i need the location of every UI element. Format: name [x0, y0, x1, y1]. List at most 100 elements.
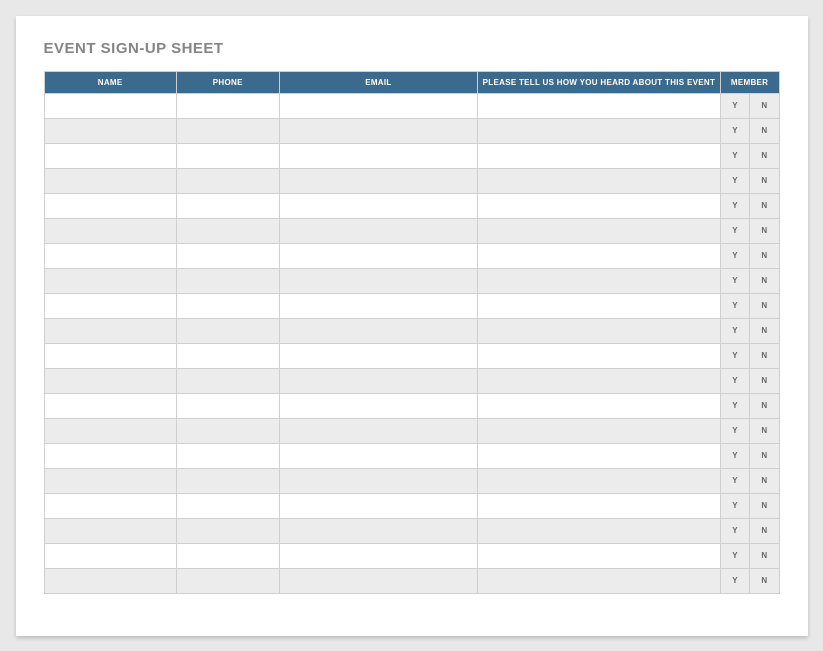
cell-member-y[interactable]: Y — [720, 468, 749, 493]
cell-heard[interactable] — [478, 118, 721, 143]
cell-member-y[interactable]: Y — [720, 118, 749, 143]
cell-email[interactable] — [279, 518, 477, 543]
cell-heard[interactable] — [478, 318, 721, 343]
cell-member-y[interactable]: Y — [720, 93, 749, 118]
cell-name[interactable] — [44, 318, 176, 343]
cell-heard[interactable] — [478, 243, 721, 268]
cell-phone[interactable] — [176, 168, 279, 193]
cell-heard[interactable] — [478, 468, 721, 493]
cell-name[interactable] — [44, 368, 176, 393]
cell-member-y[interactable]: Y — [720, 293, 749, 318]
cell-email[interactable] — [279, 168, 477, 193]
cell-member-y[interactable]: Y — [720, 243, 749, 268]
cell-name[interactable] — [44, 468, 176, 493]
cell-email[interactable] — [279, 568, 477, 593]
cell-name[interactable] — [44, 293, 176, 318]
cell-phone[interactable] — [176, 543, 279, 568]
cell-name[interactable] — [44, 243, 176, 268]
cell-email[interactable] — [279, 443, 477, 468]
cell-member-y[interactable]: Y — [720, 393, 749, 418]
cell-email[interactable] — [279, 318, 477, 343]
cell-phone[interactable] — [176, 343, 279, 368]
cell-phone[interactable] — [176, 318, 279, 343]
cell-heard[interactable] — [478, 543, 721, 568]
cell-heard[interactable] — [478, 518, 721, 543]
cell-email[interactable] — [279, 268, 477, 293]
cell-email[interactable] — [279, 193, 477, 218]
cell-phone[interactable] — [176, 418, 279, 443]
cell-heard[interactable] — [478, 218, 721, 243]
cell-name[interactable] — [44, 118, 176, 143]
cell-name[interactable] — [44, 418, 176, 443]
cell-phone[interactable] — [176, 493, 279, 518]
cell-heard[interactable] — [478, 418, 721, 443]
cell-heard[interactable] — [478, 168, 721, 193]
cell-email[interactable] — [279, 218, 477, 243]
cell-name[interactable] — [44, 193, 176, 218]
cell-email[interactable] — [279, 93, 477, 118]
cell-phone[interactable] — [176, 268, 279, 293]
cell-email[interactable] — [279, 118, 477, 143]
cell-member-n[interactable]: N — [750, 518, 779, 543]
cell-member-n[interactable]: N — [750, 468, 779, 493]
cell-member-n[interactable]: N — [750, 168, 779, 193]
cell-member-y[interactable]: Y — [720, 343, 749, 368]
cell-email[interactable] — [279, 493, 477, 518]
cell-email[interactable] — [279, 543, 477, 568]
cell-name[interactable] — [44, 443, 176, 468]
cell-phone[interactable] — [176, 443, 279, 468]
cell-member-y[interactable]: Y — [720, 368, 749, 393]
cell-heard[interactable] — [478, 93, 721, 118]
cell-member-n[interactable]: N — [750, 568, 779, 593]
cell-phone[interactable] — [176, 293, 279, 318]
cell-member-n[interactable]: N — [750, 93, 779, 118]
cell-name[interactable] — [44, 268, 176, 293]
cell-member-n[interactable]: N — [750, 218, 779, 243]
cell-phone[interactable] — [176, 468, 279, 493]
cell-heard[interactable] — [478, 268, 721, 293]
cell-member-y[interactable]: Y — [720, 543, 749, 568]
cell-heard[interactable] — [478, 368, 721, 393]
cell-heard[interactable] — [478, 393, 721, 418]
cell-email[interactable] — [279, 368, 477, 393]
cell-email[interactable] — [279, 418, 477, 443]
cell-heard[interactable] — [478, 568, 721, 593]
cell-phone[interactable] — [176, 118, 279, 143]
cell-member-n[interactable]: N — [750, 243, 779, 268]
cell-member-n[interactable]: N — [750, 368, 779, 393]
cell-email[interactable] — [279, 343, 477, 368]
cell-name[interactable] — [44, 168, 176, 193]
cell-name[interactable] — [44, 218, 176, 243]
cell-phone[interactable] — [176, 143, 279, 168]
cell-name[interactable] — [44, 393, 176, 418]
cell-member-n[interactable]: N — [750, 293, 779, 318]
cell-heard[interactable] — [478, 493, 721, 518]
cell-email[interactable] — [279, 243, 477, 268]
cell-member-y[interactable]: Y — [720, 443, 749, 468]
cell-member-n[interactable]: N — [750, 268, 779, 293]
cell-member-y[interactable]: Y — [720, 568, 749, 593]
cell-member-y[interactable]: Y — [720, 518, 749, 543]
cell-member-n[interactable]: N — [750, 118, 779, 143]
cell-name[interactable] — [44, 343, 176, 368]
cell-member-y[interactable]: Y — [720, 418, 749, 443]
cell-member-n[interactable]: N — [750, 318, 779, 343]
cell-name[interactable] — [44, 543, 176, 568]
cell-name[interactable] — [44, 518, 176, 543]
cell-member-y[interactable]: Y — [720, 218, 749, 243]
cell-member-n[interactable]: N — [750, 393, 779, 418]
cell-email[interactable] — [279, 468, 477, 493]
cell-member-n[interactable]: N — [750, 418, 779, 443]
cell-member-n[interactable]: N — [750, 493, 779, 518]
cell-heard[interactable] — [478, 343, 721, 368]
cell-phone[interactable] — [176, 243, 279, 268]
cell-phone[interactable] — [176, 368, 279, 393]
cell-name[interactable] — [44, 93, 176, 118]
cell-member-n[interactable]: N — [750, 143, 779, 168]
cell-member-y[interactable]: Y — [720, 493, 749, 518]
cell-heard[interactable] — [478, 443, 721, 468]
cell-email[interactable] — [279, 143, 477, 168]
cell-phone[interactable] — [176, 568, 279, 593]
cell-phone[interactable] — [176, 518, 279, 543]
cell-email[interactable] — [279, 293, 477, 318]
